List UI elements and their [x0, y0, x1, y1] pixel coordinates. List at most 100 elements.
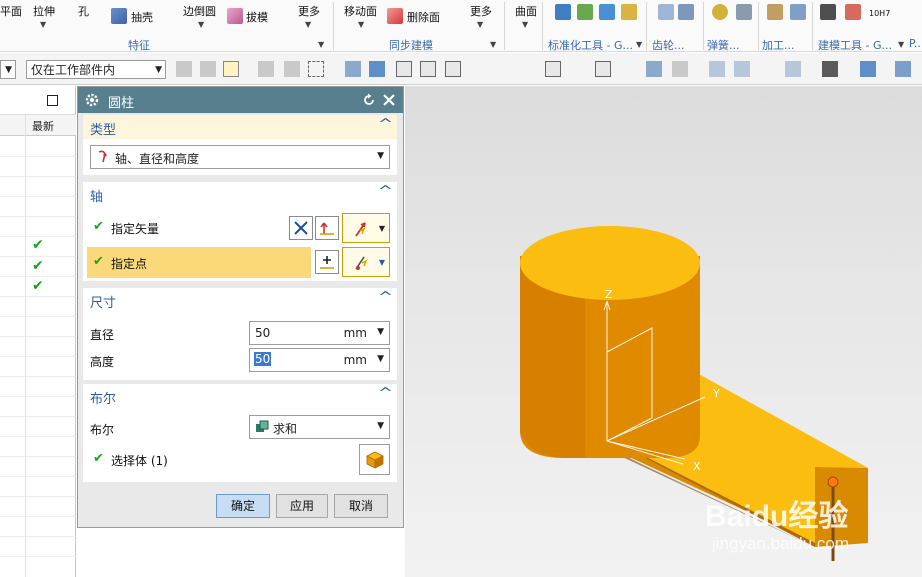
more-features-button[interactable]: 更多 — [298, 3, 320, 19]
surface-button[interactable]: 曲面 — [515, 3, 537, 19]
dialog-title-bar[interactable]: 圆柱 — [78, 87, 403, 113]
edge-blend-button[interactable]: 边倒圆 — [183, 3, 216, 19]
move-face-button[interactable]: 移动面 — [344, 3, 377, 19]
machining-icon[interactable] — [767, 4, 783, 20]
more-sync-dropdown-icon[interactable]: ▼ — [477, 20, 483, 29]
zoom-icon[interactable] — [734, 61, 750, 77]
boolean-section-header[interactable]: 布尔 ^ — [83, 384, 397, 408]
delete-face-icon[interactable] — [387, 8, 403, 24]
std-fastener-icon[interactable] — [577, 4, 593, 20]
collapse-icon[interactable]: ^ — [378, 386, 393, 401]
reverse-direction-button[interactable] — [289, 216, 313, 240]
snap-spline-icon[interactable] — [494, 61, 510, 77]
collapse-icon[interactable]: ^ — [378, 184, 393, 199]
vector-type-select[interactable]: ▼ — [342, 213, 390, 243]
size-section-header[interactable]: 尺寸 ^ — [83, 288, 397, 312]
point-handle-icon[interactable] — [827, 476, 839, 488]
select-toggle-icon[interactable] — [258, 61, 274, 77]
draft-icon[interactable] — [227, 8, 243, 24]
rotate-icon[interactable] — [759, 61, 775, 77]
filter-dropdown[interactable]: ▼ — [0, 60, 16, 79]
snap-tangent-icon[interactable] — [518, 61, 534, 77]
render-style-icon[interactable] — [822, 61, 838, 77]
gear-icon[interactable] — [658, 4, 674, 20]
boolean-select[interactable]: 求和 ▼ — [249, 415, 390, 439]
group-std-tools-expand-icon[interactable]: ▼ — [636, 40, 642, 49]
snap-curve-icon[interactable] — [470, 61, 486, 77]
snap-intersection-icon[interactable] — [595, 61, 611, 77]
collapse-icon[interactable]: ^ — [378, 117, 393, 132]
specify-point-row[interactable]: ✔ 指定点 — [87, 247, 311, 278]
layer-icon[interactable] — [895, 61, 911, 77]
scope-select[interactable]: 仅在工作部件内 ▼ — [26, 60, 166, 79]
snap-diagonal-icon[interactable] — [620, 61, 636, 77]
close-icon[interactable] — [382, 93, 396, 107]
plane-button[interactable]: 平面 — [0, 3, 22, 19]
height-value[interactable]: 50 — [254, 352, 272, 366]
build-tool-icon[interactable] — [820, 4, 836, 20]
collapse-icon[interactable]: ^ — [378, 290, 393, 305]
snap-icon[interactable] — [176, 61, 192, 77]
group-feature-expand-icon[interactable]: ▼ — [318, 40, 324, 49]
snap-point-icon[interactable] — [396, 61, 412, 77]
select-filter-icon[interactable] — [223, 61, 239, 77]
delete-face-button[interactable]: 删除面 — [407, 9, 440, 25]
cancel-button[interactable]: 取消 — [334, 494, 388, 518]
snap-line-icon[interactable] — [420, 61, 436, 77]
point-dialog-button[interactable] — [315, 250, 339, 274]
std-assembly-icon[interactable] — [599, 4, 615, 20]
spring-delete-icon[interactable] — [736, 4, 752, 20]
snap-mode-icon[interactable] — [200, 61, 216, 77]
dimension-tool-icon[interactable] — [845, 4, 861, 20]
extrude-dropdown-icon[interactable]: ▼ — [40, 20, 46, 29]
fit-view-icon[interactable] — [709, 61, 725, 77]
diameter-value[interactable]: 50 — [255, 326, 270, 340]
spring-icon[interactable] — [712, 4, 728, 20]
snap-circle-icon[interactable] — [570, 61, 586, 77]
snap-grid-icon[interactable] — [672, 61, 688, 77]
machining-feature-icon[interactable] — [790, 4, 806, 20]
edge-blend-dropdown-icon[interactable]: ▼ — [198, 20, 204, 29]
select-chain-icon[interactable] — [284, 61, 300, 77]
specify-vector-label[interactable]: 指定矢量 — [111, 220, 159, 237]
snap-center-icon[interactable] — [545, 61, 561, 77]
apply-button[interactable]: 应用 — [276, 494, 328, 518]
select-body-label[interactable]: 选择体 (1) — [111, 452, 168, 469]
maximize-icon[interactable] — [47, 95, 58, 106]
gear-icon[interactable] — [84, 92, 100, 108]
type-select[interactable]: 轴、直径和高度 ▼ — [90, 145, 390, 169]
diameter-field[interactable]: 50 mm ▼ — [249, 321, 390, 345]
ok-button[interactable]: 确定 — [216, 494, 270, 518]
surface-dropdown-icon[interactable]: ▼ — [522, 20, 528, 29]
select-body-button[interactable] — [359, 444, 390, 475]
orient-view-icon[interactable] — [785, 61, 801, 77]
axis-section-header[interactable]: 轴 ^ — [83, 182, 397, 206]
shell-icon[interactable] — [111, 8, 127, 24]
extrude-button[interactable]: 拉伸 — [33, 3, 55, 19]
select-body-icon[interactable] — [369, 61, 385, 77]
graphics-viewport[interactable]: Z Y X Baidu经验 jingyan.baidu.com — [405, 86, 922, 577]
chevron-down-icon[interactable]: ▼ — [377, 354, 384, 364]
more-features-dropdown-icon[interactable]: ▼ — [305, 20, 311, 29]
snap-face-icon[interactable] — [646, 61, 662, 77]
more-sync-button[interactable]: 更多 — [470, 3, 492, 19]
reset-icon[interactable] — [362, 93, 376, 107]
select-face-icon[interactable] — [345, 61, 361, 77]
display-body-icon[interactable] — [860, 61, 876, 77]
std-library-icon[interactable] — [621, 4, 637, 20]
group-sync-expand-icon[interactable]: ▼ — [490, 40, 496, 49]
height-field[interactable]: 50 mm ▼ — [249, 348, 390, 372]
rectangle-select-icon[interactable] — [308, 61, 324, 77]
snap-midpoint-icon[interactable] — [445, 61, 461, 77]
draft-button[interactable]: 拔模 — [246, 9, 268, 25]
shell-button[interactable]: 抽壳 — [131, 9, 153, 25]
gear-analysis-icon[interactable] — [678, 4, 694, 20]
column-header-latest[interactable]: 最新 — [32, 118, 54, 134]
std-part-icon[interactable] — [555, 4, 571, 20]
type-section-header[interactable]: 类型 ^ — [83, 115, 397, 139]
move-face-dropdown-icon[interactable]: ▼ — [358, 20, 364, 29]
hole-button[interactable]: 孔 — [78, 3, 89, 19]
group-build-tools-expand-icon[interactable]: ▼ — [898, 40, 904, 49]
chevron-down-icon[interactable]: ▼ — [377, 327, 384, 337]
point-type-select[interactable]: ▼ — [342, 247, 390, 277]
